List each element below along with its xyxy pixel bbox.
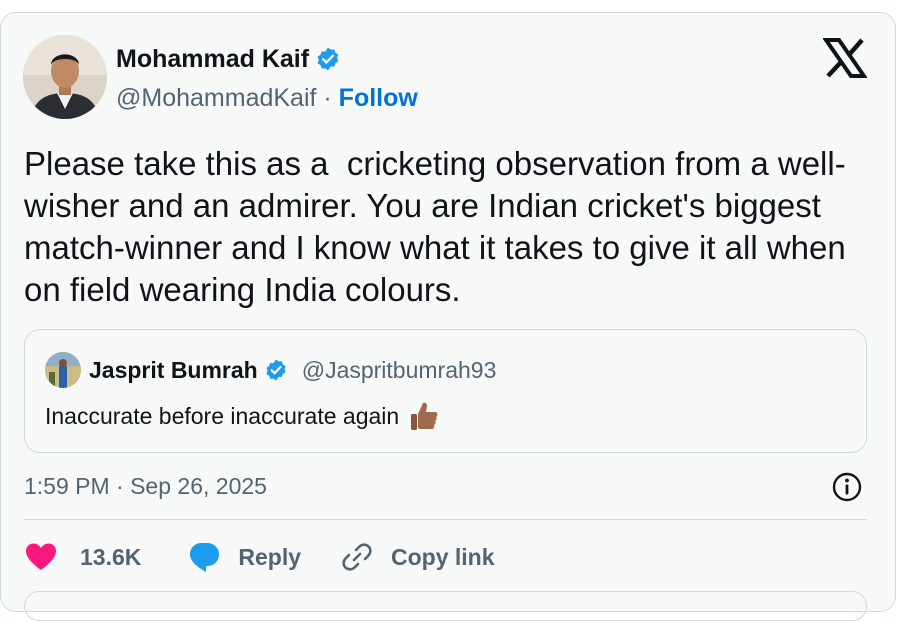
heart-icon	[26, 543, 56, 570]
like-button[interactable]: 13.6K	[24, 542, 141, 572]
copy-link-label: Copy link	[391, 543, 495, 570]
thumbs-up-icon	[411, 402, 438, 430]
x-logo-icon[interactable]	[823, 38, 867, 78]
action-bar: 13.6K Reply Copy link	[24, 539, 495, 575]
reply-button[interactable]: Reply	[187, 541, 301, 573]
tweet-text: Please take this as a cricketing observa…	[24, 145, 855, 308]
tweet-timestamp[interactable]: 1:59 PM · Sep 26, 2025	[24, 473, 267, 500]
quoted-header: Jasprit Bumrah @Jaspritbumrah93	[89, 354, 496, 386]
author-name-row: Mohammad Kaif	[116, 41, 341, 77]
quoted-avatar-photo-icon	[45, 352, 81, 388]
reply-bubble-icon	[190, 543, 220, 572]
info-icon[interactable]	[831, 471, 863, 503]
quoted-text: Inaccurate before inaccurate again	[45, 402, 400, 429]
quoted-avatar[interactable]	[45, 352, 81, 388]
author-name[interactable]: Mohammad Kaif	[116, 45, 309, 74]
quoted-text-row: Inaccurate before inaccurate again	[45, 400, 439, 432]
handle-separator: ·	[316, 83, 339, 112]
quoted-author-handle: @Jaspritbumrah93	[301, 356, 497, 383]
avatar[interactable]	[23, 35, 107, 119]
avatar-photo-icon	[23, 35, 107, 119]
read-replies-button[interactable]	[24, 591, 867, 621]
copy-link-button[interactable]: Copy link	[341, 541, 495, 573]
tweet-card: Mohammad Kaif @MohammadKaif · Follow Ple…	[0, 12, 896, 621]
author-handle[interactable]: @MohammadKaif	[116, 84, 316, 113]
follow-button[interactable]: Follow	[339, 84, 418, 113]
quoted-verified-badge-icon	[266, 359, 286, 381]
author-handle-row: @MohammadKaif · Follow	[116, 81, 418, 115]
like-count: 13.6K	[80, 543, 142, 570]
link-icon	[342, 543, 372, 571]
quoted-author-name: Jasprit Bumrah	[89, 356, 258, 383]
quoted-tweet[interactable]: Jasprit Bumrah @Jaspritbumrah93 Inaccura…	[24, 329, 867, 453]
reply-label: Reply	[238, 543, 302, 570]
verified-badge-icon	[317, 47, 339, 71]
divider	[24, 519, 867, 520]
